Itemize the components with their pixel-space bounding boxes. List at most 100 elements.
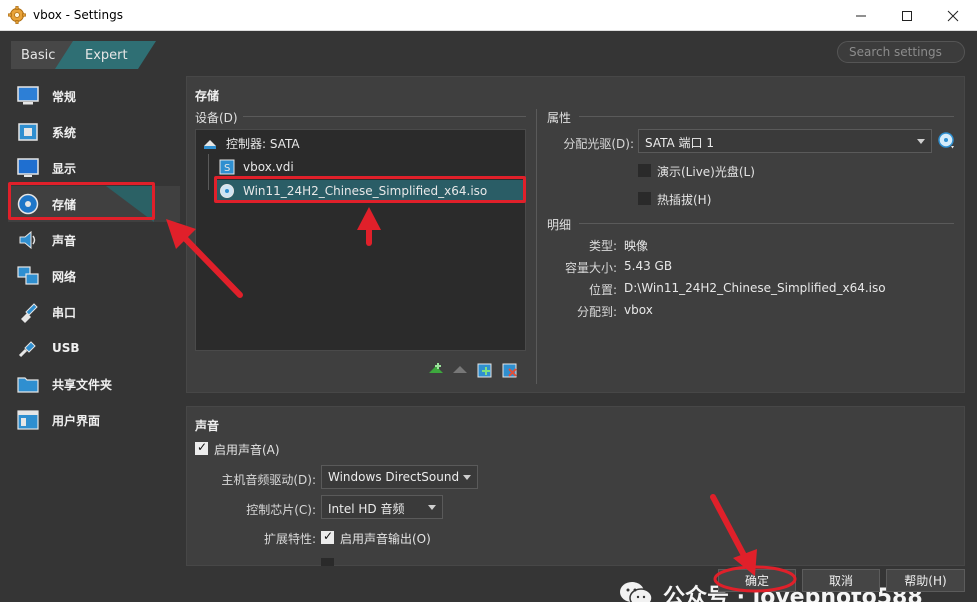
help-button[interactable]: 帮助(H) bbox=[886, 569, 965, 592]
close-icon bbox=[947, 10, 959, 21]
choose-disk-button[interactable] bbox=[938, 132, 956, 150]
title-bar: vbox - Settings bbox=[0, 0, 977, 31]
live-cd-label[interactable]: 演示(Live)光盘(L) bbox=[657, 163, 755, 180]
optical-drive-value: SATA 端口 1 bbox=[645, 136, 714, 150]
disc-chooser-icon bbox=[938, 132, 954, 149]
sidebar-item-label: 系统 bbox=[52, 125, 77, 140]
settings-sidebar: 常规 系统 显示 存储 声音 网络 串口 USB 共享文件夹 用户界面 bbox=[8, 78, 180, 438]
add-attachment-button[interactable] bbox=[476, 361, 494, 379]
sidebar-item-shared-folders[interactable]: 共享文件夹 bbox=[8, 366, 180, 402]
tree-connector bbox=[208, 154, 209, 190]
attributes-divider bbox=[579, 116, 954, 117]
audio-input-checkbox[interactable] bbox=[321, 558, 334, 566]
enable-audio-label[interactable]: 启用声音(A) bbox=[214, 441, 280, 458]
sidebar-item-serial[interactable]: 串口 bbox=[8, 294, 180, 330]
chip-system-icon bbox=[16, 120, 40, 144]
live-cd-checkbox[interactable] bbox=[638, 164, 651, 177]
audio-output-checkbox[interactable] bbox=[321, 529, 334, 544]
maximize-icon bbox=[902, 10, 912, 21]
tree-row-vdi[interactable]: S vbox.vdi bbox=[219, 156, 294, 177]
wechat-logo-icon bbox=[620, 582, 653, 602]
location-label: 位置: bbox=[588, 283, 617, 297]
hotplug-label[interactable]: 热插拔(H) bbox=[657, 191, 711, 208]
serial-port-icon bbox=[16, 300, 40, 324]
audio-controller-value: Intel HD 音频 bbox=[328, 502, 405, 516]
sidebar-item-label: 显示 bbox=[52, 161, 77, 176]
audio-controller-label: 控制芯片(C): bbox=[246, 503, 316, 517]
sidebar-item-usb[interactable]: USB bbox=[8, 330, 180, 366]
details-divider bbox=[579, 223, 954, 224]
speaker-audio-icon bbox=[16, 228, 40, 252]
maximize-button[interactable] bbox=[884, 0, 930, 31]
add-controller-icon bbox=[429, 363, 443, 373]
attached-label: 分配到: bbox=[576, 305, 617, 319]
devices-divider bbox=[243, 116, 526, 117]
audio-controller-select[interactable]: Intel HD 音频 bbox=[321, 495, 443, 519]
remove-attachment-button[interactable] bbox=[501, 361, 519, 379]
close-button[interactable] bbox=[930, 0, 976, 31]
minimize-button[interactable] bbox=[838, 0, 884, 31]
attributes-title: 属性 bbox=[547, 111, 572, 125]
location-value: D:\Win11_24H2_Chinese_Simplified_x64.iso bbox=[624, 281, 886, 295]
monitor-general-icon bbox=[16, 84, 40, 108]
attached-value: vbox bbox=[624, 303, 653, 317]
remove-controller-button[interactable] bbox=[451, 361, 469, 379]
hotplug-checkbox[interactable] bbox=[638, 192, 651, 205]
sidebar-item-network[interactable]: 网络 bbox=[8, 258, 180, 294]
sidebar-item-label: 声音 bbox=[52, 233, 77, 248]
add-controller-button[interactable] bbox=[427, 361, 445, 379]
sidebar-item-general[interactable]: 常规 bbox=[8, 78, 180, 114]
enable-audio-checkbox[interactable] bbox=[195, 440, 208, 455]
cancel-button[interactable]: 取消 bbox=[802, 569, 880, 592]
usb-icon bbox=[16, 336, 40, 360]
audio-title: 声音 bbox=[195, 419, 220, 433]
chevron-down-icon bbox=[428, 505, 436, 510]
remove-attachment-icon bbox=[502, 363, 517, 378]
host-driver-label: 主机音频驱动(D): bbox=[221, 473, 316, 487]
size-value: 5.43 GB bbox=[624, 259, 673, 273]
audio-output-label[interactable]: 启用声音输出(O) bbox=[340, 530, 431, 547]
sidebar-item-label: 共享文件夹 bbox=[52, 377, 113, 392]
controller-label: 控制器: SATA bbox=[226, 137, 300, 151]
size-label: 容量大小: bbox=[564, 261, 617, 275]
display-icon bbox=[16, 156, 40, 180]
sidebar-item-audio[interactable]: 声音 bbox=[8, 222, 180, 258]
search-input[interactable]: Search settings bbox=[837, 41, 965, 63]
optical-drive-select[interactable]: SATA 端口 1 bbox=[638, 129, 932, 153]
extended-features-label: 扩展特性: bbox=[263, 532, 316, 546]
optical-drive-label: 分配光驱(D): bbox=[563, 137, 634, 151]
svg-text:S: S bbox=[224, 163, 230, 174]
sidebar-item-label: 串口 bbox=[52, 305, 77, 320]
devices-label: 设备(D) bbox=[195, 111, 238, 125]
chevron-down-icon bbox=[917, 139, 925, 144]
storage-device-tree[interactable]: 控制器: SATA S vbox.vdi Win11_24H2_Chinese_… bbox=[195, 129, 526, 351]
host-driver-value: Windows DirectSound bbox=[328, 470, 460, 484]
details-title: 明细 bbox=[547, 218, 572, 232]
settings-gear-icon bbox=[8, 6, 26, 24]
remove-controller-icon bbox=[453, 366, 467, 373]
sidebar-item-label: 常规 bbox=[52, 89, 77, 104]
sidebar-item-user-interface[interactable]: 用户界面 bbox=[8, 402, 180, 438]
sidebar-item-label: USB bbox=[52, 341, 80, 355]
network-icon bbox=[16, 264, 40, 288]
tree-item-label: vbox.vdi bbox=[243, 159, 294, 174]
host-driver-select[interactable]: Windows DirectSound bbox=[321, 465, 478, 489]
storage-title: 存储 bbox=[195, 89, 220, 103]
sidebar-item-display[interactable]: 显示 bbox=[8, 150, 180, 186]
add-attachment-icon bbox=[477, 363, 492, 378]
type-label: 类型: bbox=[588, 239, 617, 253]
shared-folder-icon bbox=[16, 372, 40, 396]
tree-row-controller[interactable]: 控制器: SATA bbox=[202, 133, 300, 154]
ok-button[interactable]: 确定 bbox=[718, 569, 796, 592]
user-interface-icon bbox=[16, 408, 40, 432]
chevron-down-icon bbox=[463, 475, 471, 480]
sata-controller-icon bbox=[204, 139, 216, 149]
sidebar-item-label: 网络 bbox=[52, 269, 77, 284]
hard-disk-icon: S bbox=[219, 159, 235, 174]
annotation-highlight-iso bbox=[214, 176, 526, 203]
type-value: 映像 bbox=[624, 239, 649, 253]
sidebar-item-system[interactable]: 系统 bbox=[8, 114, 180, 150]
mode-toggle: Basic Expert bbox=[11, 41, 156, 69]
minimize-icon bbox=[856, 15, 866, 16]
sidebar-item-label: 用户界面 bbox=[52, 413, 101, 428]
